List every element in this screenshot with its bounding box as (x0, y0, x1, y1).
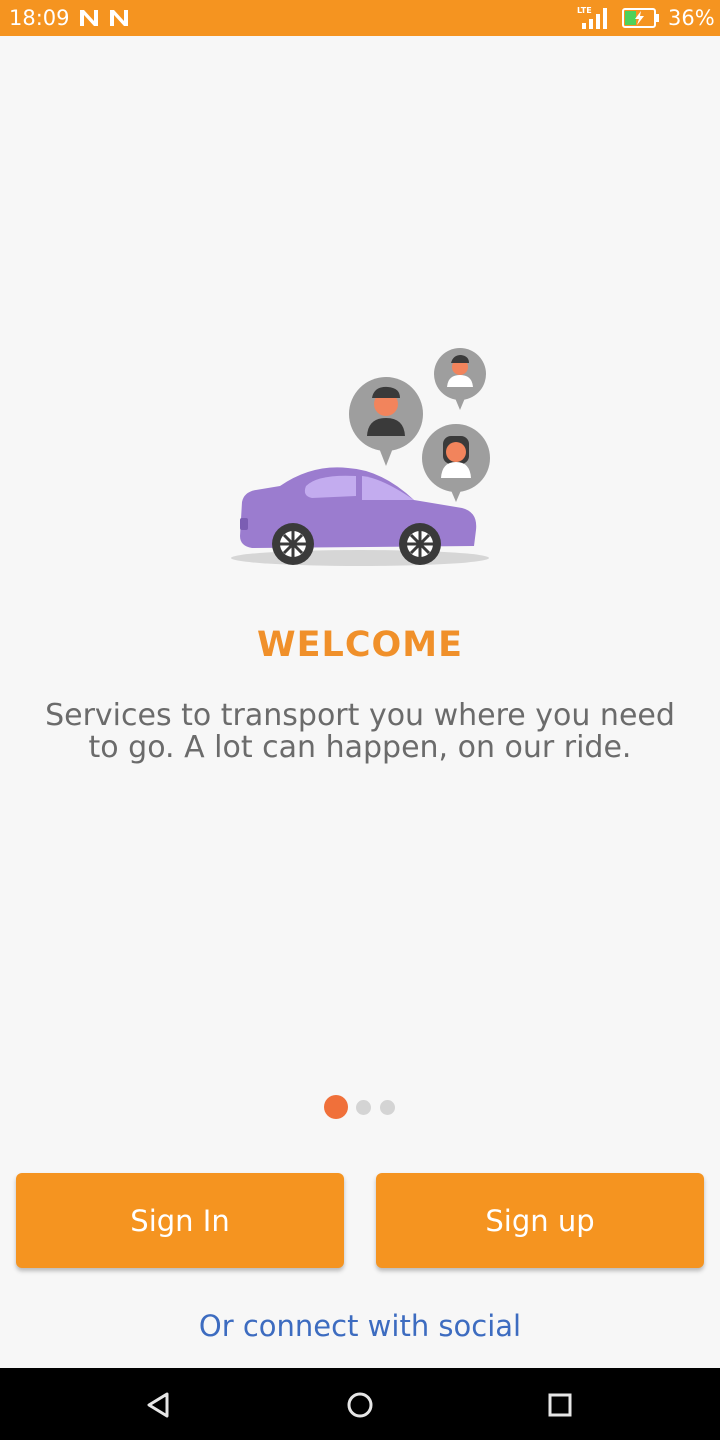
car-with-passengers-illustration (231, 348, 490, 566)
n-notification-icon (110, 10, 128, 26)
system-nav-bar (0, 1368, 720, 1440)
svg-text:LTE: LTE (577, 6, 592, 15)
battery-percent: 36% (668, 6, 715, 30)
page-indicator (0, 1094, 720, 1120)
welcome-subtitle: Services to transport you where you need… (45, 698, 675, 765)
passenger-man-bubble (349, 377, 423, 466)
page-dot[interactable] (380, 1100, 395, 1115)
recents-icon[interactable] (543, 1388, 577, 1422)
connect-social-link[interactable]: Or connect with social (0, 1306, 720, 1346)
n-notification-icon (80, 10, 98, 26)
page-dot[interactable] (356, 1100, 371, 1115)
passenger-small-bubble (434, 348, 486, 410)
back-icon[interactable] (142, 1388, 176, 1422)
sign-up-button[interactable]: Sign up (376, 1173, 704, 1268)
home-icon[interactable] (343, 1388, 377, 1422)
passenger-woman-bubble (422, 424, 490, 502)
lte-signal-icon: LTE (577, 6, 607, 29)
status-bar: 18:09 LTE 36% (0, 0, 720, 36)
status-time: 18:09 (9, 6, 70, 30)
sign-in-button[interactable]: Sign In (16, 1173, 344, 1268)
page-dot-active[interactable] (324, 1095, 348, 1119)
battery-icon (622, 8, 659, 28)
welcome-title: WELCOME (257, 625, 463, 665)
